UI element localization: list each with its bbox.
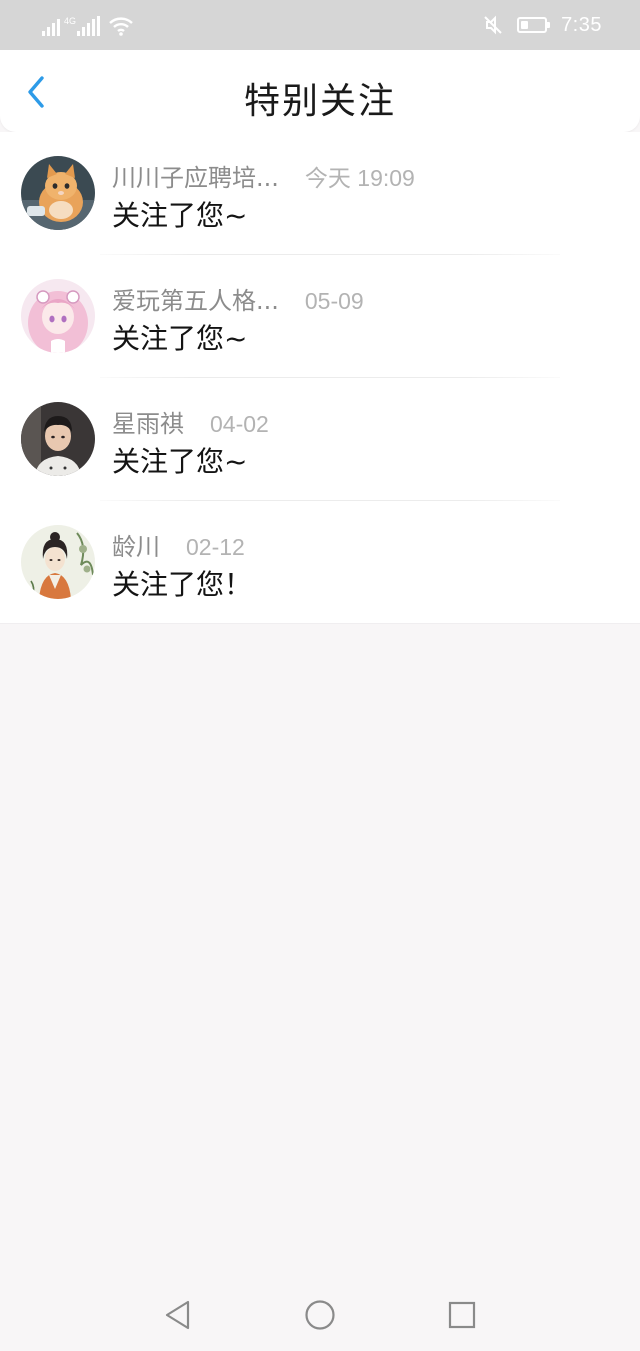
nav-back-icon	[165, 1300, 190, 1330]
notification-message: 关注了您！	[112, 568, 253, 601]
notification-meta: 川川子应聘培... 今天 19:09	[112, 158, 415, 193]
notification-item[interactable]: 川川子应聘培... 今天 19:09 关注了您~	[0, 132, 640, 255]
nav-home-button[interactable]	[298, 1293, 342, 1337]
anime-pink-hair-avatar[interactable]	[21, 279, 95, 353]
notification-meta: 龄川 02-12	[112, 527, 245, 562]
status-right: 7:35	[483, 11, 602, 39]
notification-item[interactable]: 星雨祺 04-02 关注了您~	[0, 378, 640, 501]
sender-name[interactable]: 爱玩第五人格...	[112, 281, 279, 316]
nav-home-icon	[305, 1300, 335, 1330]
notification-message: 关注了您~	[112, 199, 248, 232]
notification-message: 关注了您~	[112, 445, 248, 478]
illustrated-woman-avatar[interactable]	[21, 525, 95, 599]
nav-recents-button[interactable]	[440, 1293, 484, 1337]
page-title: 特别关注	[243, 81, 396, 122]
divider	[0, 623, 640, 624]
battery-fill	[521, 21, 529, 29]
battery-icon	[517, 17, 551, 33]
notification-item[interactable]: 龄川 02-12 关注了您！	[0, 501, 640, 624]
nav-back-button[interactable]	[156, 1293, 200, 1337]
status-bar: 4G 7:35	[0, 0, 640, 50]
notification-time: 今天 19:09	[304, 165, 415, 191]
kitten-avatar[interactable]	[21, 156, 95, 230]
header: 特别关注	[0, 50, 640, 132]
notification-time: 02-12	[186, 534, 245, 560]
network-label: 4G	[64, 16, 77, 26]
notification-message: 关注了您~	[112, 322, 248, 355]
wifi-icon	[109, 17, 133, 36]
notification-item[interactable]: 爱玩第五人格... 05-09 关注了您~	[0, 255, 640, 378]
status-left: 4G	[42, 12, 134, 36]
notification-time: 05-09	[304, 288, 364, 314]
sim-signal-icon	[42, 16, 60, 36]
sender-name[interactable]: 龄川	[112, 527, 160, 562]
cellular-signal-icon	[77, 16, 101, 36]
status-time: 7:35	[561, 13, 602, 36]
sender-name[interactable]: 星雨祺	[112, 404, 184, 439]
notification-meta: 星雨祺 04-02	[112, 404, 269, 439]
screen: 4G 7:35 特别关注 川川子应聘培... 今天 19:09 关注了您~ 爱玩…	[0, 0, 640, 1351]
navigation-bar	[0, 1279, 640, 1351]
notification-meta: 爱玩第五人格... 05-09	[112, 281, 364, 316]
young-man-avatar[interactable]	[21, 402, 95, 476]
sender-name[interactable]: 川川子应聘培...	[112, 158, 279, 193]
nav-recents-icon	[448, 1301, 476, 1329]
mute-icon	[484, 15, 502, 35]
notification-time: 04-02	[210, 411, 269, 437]
notification-list: 川川子应聘培... 今天 19:09 关注了您~ 爱玩第五人格... 05-09…	[0, 132, 640, 624]
